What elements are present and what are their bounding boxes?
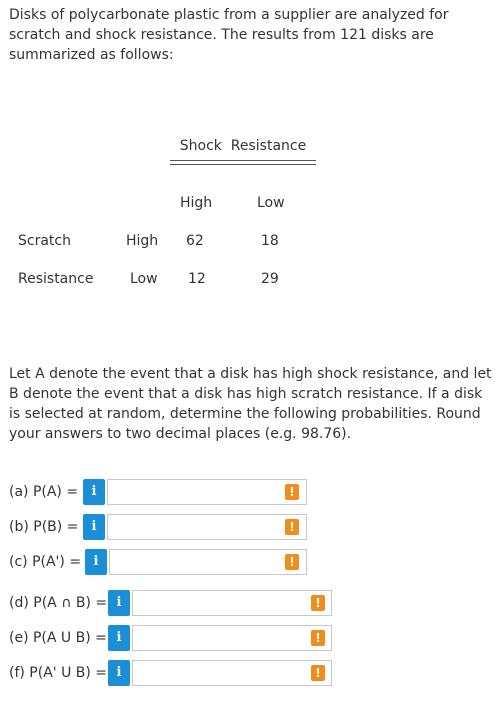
question-label-e: (e) P(A U B) = [9,630,107,646]
alert-icon: ! [285,484,299,500]
answer-input-e[interactable] [132,625,332,651]
column-group-label: Shock Resistance [179,138,307,154]
cell-high-high: 62 [186,233,204,249]
header-double-rule [170,160,316,165]
question-label-f: (f) P(A' U B) = [9,665,108,681]
row-group-label-scratch: Scratch [18,233,71,249]
alert-icon: ! [311,630,325,646]
question-row-f: (f) P(A' U B) = i ! [9,660,333,686]
col-header-high: High [180,195,213,211]
answer-input-f[interactable] [132,660,332,686]
info-icon[interactable]: i [83,514,105,540]
alert-icon: ! [285,554,299,570]
info-icon[interactable]: i [85,549,107,575]
question-row-c: (c) P(A') = i ! [9,549,309,575]
question-row-a: (a) P(A) = i ! [9,479,309,505]
alert-icon: ! [285,519,299,535]
question-label-d: (d) P(A ∩ B) = [9,595,108,611]
info-icon[interactable]: i [108,660,130,686]
info-icon[interactable]: i [83,479,105,505]
row-group-label-resistance: Resistance [18,271,94,287]
col-header-low: Low [257,195,285,211]
cell-high-low: 18 [261,233,279,249]
answer-input-b[interactable] [107,514,307,540]
row-header-high: High [126,233,159,249]
problem-intro: Disks of polycarbonate plastic from a su… [9,7,449,63]
question-label-c: (c) P(A') = [9,554,82,570]
info-icon[interactable]: i [108,625,130,651]
cell-low-low: 29 [261,271,279,287]
answer-input-a[interactable] [107,479,307,505]
alert-icon: ! [311,595,325,611]
answer-input-d[interactable] [132,590,332,616]
info-icon[interactable]: i [108,590,130,616]
row-header-low: Low [130,271,158,287]
question-label-b: (b) P(B) = [9,519,79,535]
column-group-header: Shock Resistance [170,136,316,165]
answer-input-c[interactable] [109,549,307,575]
alert-icon: ! [311,665,325,681]
question-row-d: (d) P(A ∩ B) = i ! [9,590,333,616]
cell-low-high: 12 [188,271,206,287]
question-row-e: (e) P(A U B) = i ! [9,625,333,651]
question-row-b: (b) P(B) = i ! [9,514,309,540]
problem-statement: Let A denote the event that a disk has h… [9,366,492,442]
question-label-a: (a) P(A) = [9,484,79,500]
